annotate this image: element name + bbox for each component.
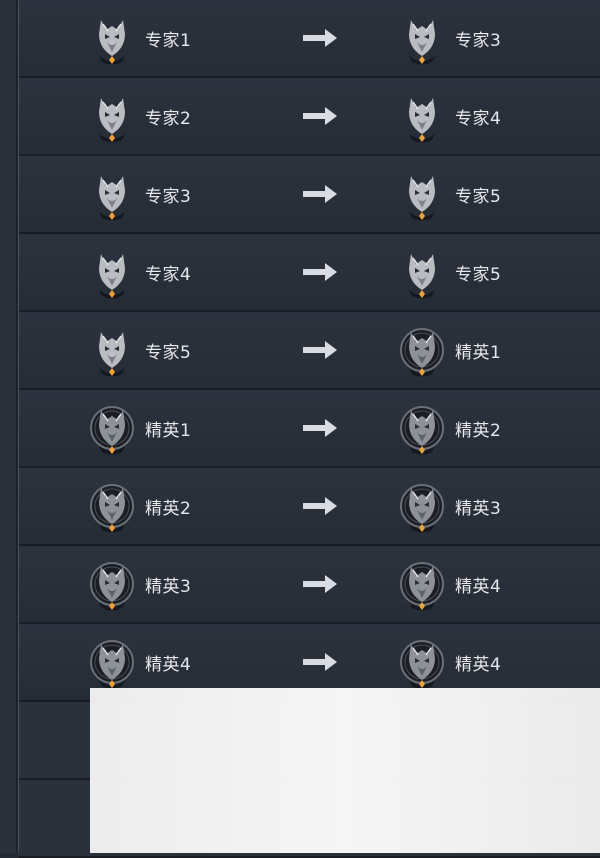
- wolf-elite-rank-icon: [90, 484, 134, 533]
- to-rank-label: 精英4: [455, 576, 502, 597]
- from-rank: 精英3: [89, 546, 191, 622]
- rank-row: 专家5 精英1: [19, 312, 600, 390]
- from-rank-label: 精英4: [145, 654, 192, 675]
- rank-row: 专家2 专家4: [19, 78, 600, 156]
- to-rank-label: 专家3: [455, 30, 502, 51]
- wolf-elite-rank-icon: [400, 640, 444, 689]
- wolf-expert-rank-icon: [99, 98, 125, 143]
- wolf-expert-rank-icon: [99, 176, 125, 221]
- from-rank: 精英2: [89, 468, 191, 544]
- rank-row: 精英2 精英3: [19, 468, 600, 546]
- to-rank: 专家3: [399, 0, 501, 76]
- from-rank-label: 专家2: [145, 108, 192, 129]
- arrow-right-icon: [303, 419, 337, 437]
- from-rank-label: 精英1: [145, 420, 192, 441]
- to-rank-label: 专家4: [455, 108, 502, 129]
- rank-row: 精英1 精英2: [19, 390, 600, 468]
- to-rank-label: 专家5: [455, 186, 502, 207]
- wolf-elite-rank-icon: [400, 562, 444, 611]
- to-rank: 精英3: [399, 468, 501, 544]
- wolf-expert-rank-icon: [409, 20, 435, 65]
- rank-row: 专家4 专家5: [19, 234, 600, 312]
- to-rank: 专家4: [399, 78, 501, 154]
- wolf-elite-rank-icon: [400, 328, 444, 377]
- image-fade-overlay: [90, 688, 600, 853]
- arrow-right-icon: [303, 341, 337, 359]
- to-rank: 精英1: [399, 312, 501, 388]
- wolf-expert-rank-icon: [99, 20, 125, 65]
- to-rank: 精英4: [399, 546, 501, 622]
- from-rank-label: 专家5: [145, 342, 192, 363]
- from-rank: 专家2: [89, 78, 191, 154]
- arrow-right-icon: [303, 653, 337, 671]
- from-rank-label: 精英3: [145, 576, 192, 597]
- from-rank: 专家4: [89, 234, 191, 310]
- to-rank: 精英2: [399, 390, 501, 466]
- wolf-elite-rank-icon: [400, 406, 444, 455]
- from-rank: 专家5: [89, 312, 191, 388]
- arrow-right-icon: [303, 497, 337, 515]
- from-rank: 精英1: [89, 390, 191, 466]
- wolf-expert-rank-icon: [409, 98, 435, 143]
- from-rank-label: 专家3: [145, 186, 192, 207]
- to-rank-label: 精英3: [455, 498, 502, 519]
- to-rank: 专家5: [399, 156, 501, 232]
- arrow-right-icon: [303, 575, 337, 593]
- from-rank-label: 精英2: [145, 498, 192, 519]
- wolf-expert-rank-icon: [99, 332, 125, 377]
- from-rank-label: 专家4: [145, 264, 192, 285]
- rank-row: 专家3 专家5: [19, 156, 600, 234]
- wolf-elite-rank-icon: [90, 640, 134, 689]
- to-rank-label: 精英2: [455, 420, 502, 441]
- rank-row: 精英3 精英4: [19, 546, 600, 624]
- from-rank: 专家1: [89, 0, 191, 76]
- arrow-right-icon: [303, 185, 337, 203]
- from-rank-label: 专家1: [145, 30, 192, 51]
- arrow-right-icon: [303, 29, 337, 47]
- wolf-elite-rank-icon: [90, 562, 134, 611]
- wolf-expert-rank-icon: [99, 254, 125, 299]
- from-rank: 专家3: [89, 156, 191, 232]
- to-rank: 专家5: [399, 234, 501, 310]
- arrow-right-icon: [303, 107, 337, 125]
- wolf-elite-rank-icon: [90, 406, 134, 455]
- to-rank-label: 专家5: [455, 264, 502, 285]
- wolf-expert-rank-icon: [409, 176, 435, 221]
- wolf-elite-rank-icon: [400, 484, 444, 533]
- rank-row: 专家1 专家3: [19, 0, 600, 78]
- wolf-expert-rank-icon: [409, 254, 435, 299]
- left-border-strip: [0, 0, 19, 853]
- to-rank-label: 精英1: [455, 342, 502, 363]
- arrow-right-icon: [303, 263, 337, 281]
- to-rank-label: 精英4: [455, 654, 502, 675]
